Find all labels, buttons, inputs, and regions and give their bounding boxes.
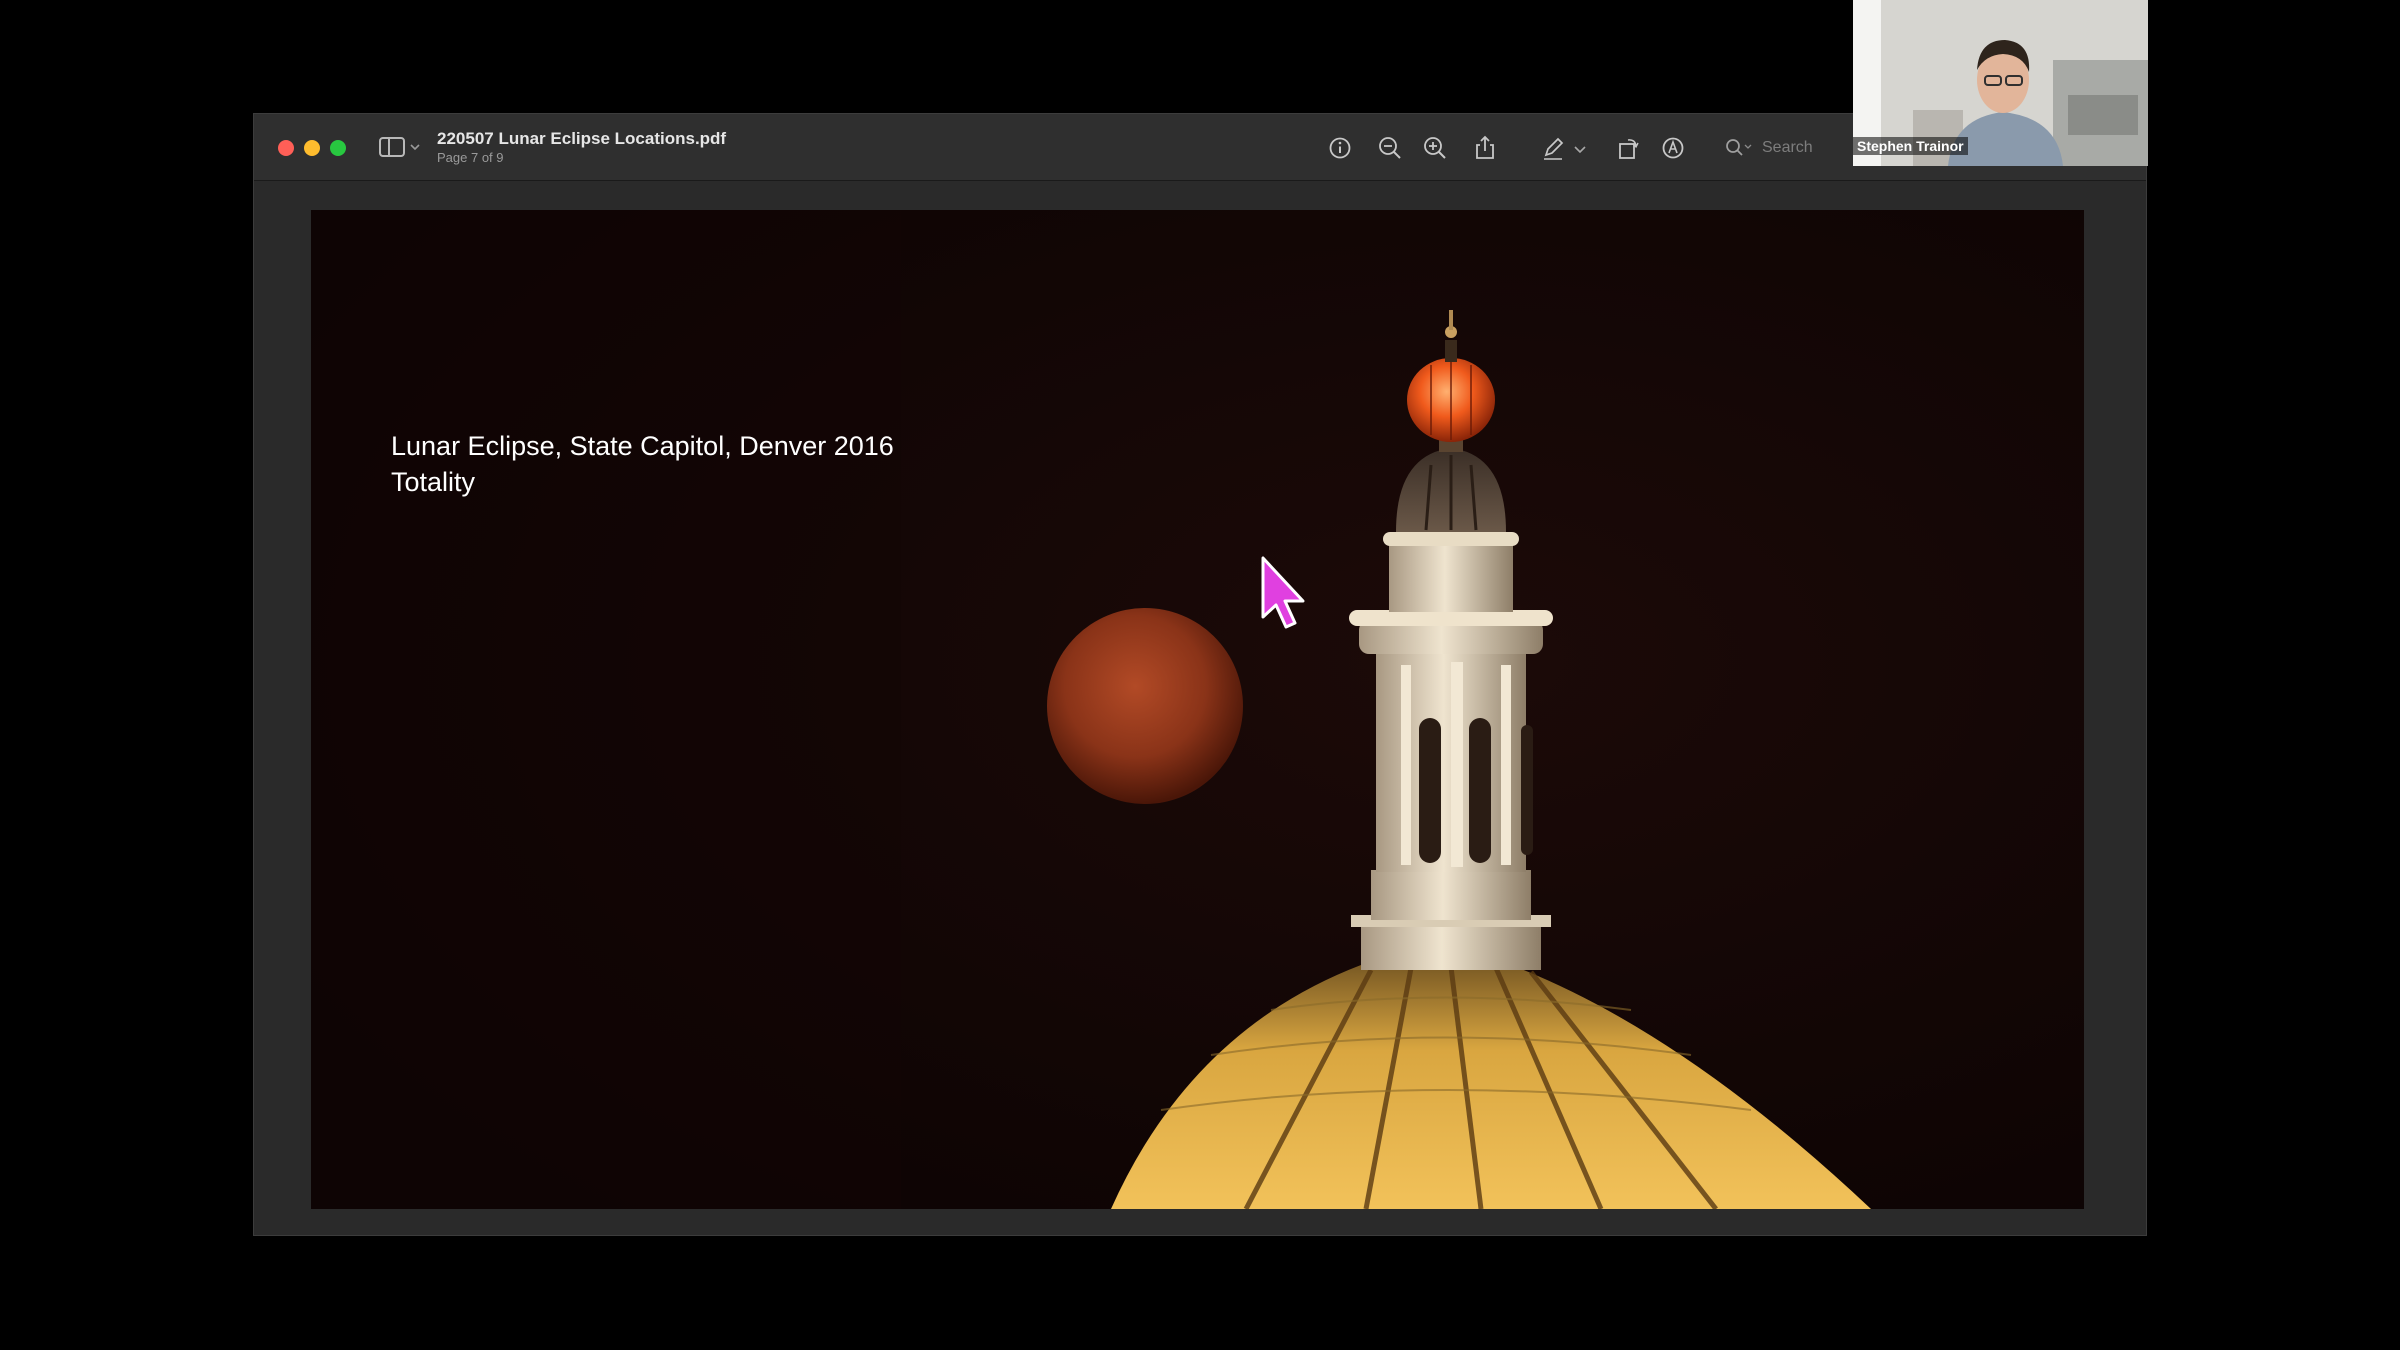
close-button[interactable]: [278, 140, 294, 156]
minimize-button[interactable]: [304, 140, 320, 156]
pdf-page-slide: Lunar Eclipse, State Capitol, Denver 201…: [311, 210, 2084, 1209]
sidebar-toggle-button[interactable]: [378, 134, 424, 160]
maximize-button[interactable]: [330, 140, 346, 156]
slide-caption: Lunar Eclipse, State Capitol, Denver 201…: [391, 428, 894, 500]
annotate-icon[interactable]: [1659, 134, 1687, 162]
document-title: 220507 Lunar Eclipse Locations.pdf: [437, 129, 727, 148]
slide-title-line2: Totality: [391, 467, 476, 497]
search-field[interactable]: Search: [1724, 134, 1844, 162]
share-icon[interactable]: [1471, 134, 1499, 162]
webcam-overlay: Stephen Trainor: [1853, 0, 2148, 166]
info-icon[interactable]: [1326, 134, 1354, 162]
search-placeholder: Search: [1762, 139, 1813, 156]
zoom-in-icon[interactable]: [1421, 134, 1449, 162]
eclipse-photo: [311, 210, 2084, 1209]
participant-name: Stephen Trainor: [1853, 137, 1968, 155]
rotate-icon[interactable]: [1614, 134, 1642, 162]
page-indicator: Page 7 of 9: [437, 150, 504, 165]
markup-pen-icon[interactable]: [1539, 134, 1567, 162]
chevron-down-icon[interactable]: [1570, 134, 1590, 162]
zoom-out-icon[interactable]: [1376, 134, 1404, 162]
slide-title-line1: Lunar Eclipse, State Capitol, Denver 201…: [391, 431, 894, 461]
preview-window: 220507 Lunar Eclipse Locations.pdf Page …: [253, 113, 2147, 1236]
document-titles: 220507 Lunar Eclipse Locations.pdf Page …: [437, 129, 726, 166]
search-icon: [1726, 139, 1752, 156]
mouse-pointer-icon: [1261, 556, 1305, 629]
